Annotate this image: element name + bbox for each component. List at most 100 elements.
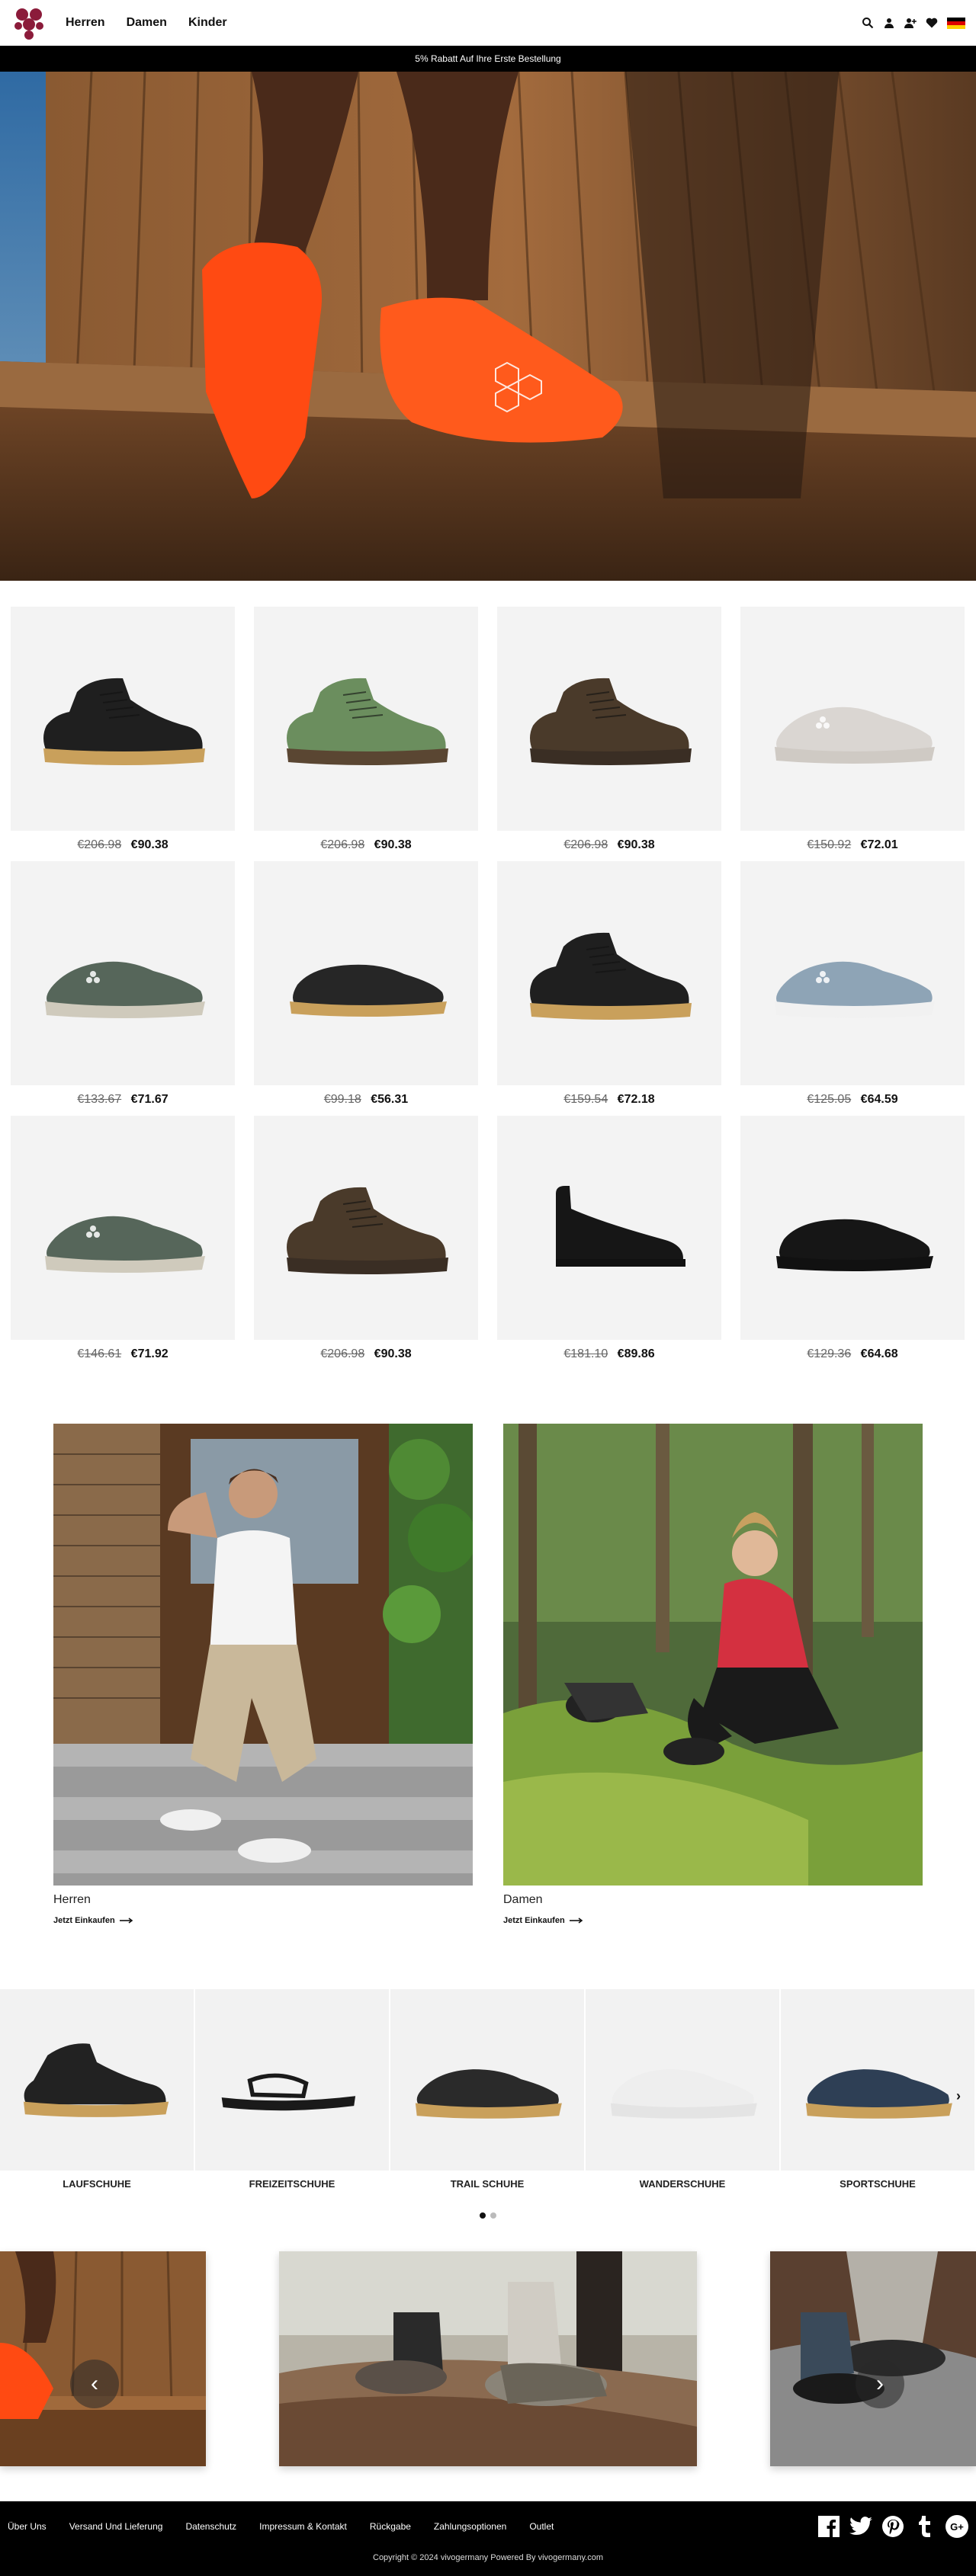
pinterest-icon[interactable] [881,2515,904,2538]
category-image[interactable] [0,1989,194,2171]
product-image[interactable] [740,1116,965,1340]
header-icons [862,17,965,29]
account-icon[interactable] [883,17,895,29]
nav-damen[interactable]: Damen [127,16,167,30]
promo-bar: 5% Rabatt Auf Ihre Erste Bestellung [0,46,976,72]
slide-prev[interactable] [0,2251,206,2466]
product-price: €129.36 €64.68 [740,1347,965,1361]
product-card[interactable]: €146.61 €71.92 [11,1116,235,1370]
banner-damen-link[interactable]: Jetzt Einkaufen [503,1916,923,1925]
category-item[interactable]: WANDERSCHUHE [586,1989,779,2195]
category-label: TRAIL SCHUHE [450,2178,525,2190]
product-image[interactable] [497,1116,721,1340]
product-card[interactable]: €129.36 €64.68 [740,1116,965,1370]
category-item[interactable]: SPORTSCHUHE [781,1989,974,2195]
old-price: €146.61 [77,1347,122,1360]
product-card[interactable]: €206.98 €90.38 [254,1116,478,1370]
footer-link-outlet[interactable]: Outlet [529,2521,554,2532]
sale-price: €90.38 [374,1347,412,1360]
product-price: €150.92 €72.01 [740,838,965,852]
promo-text: 5% Rabatt Auf Ihre Erste Bestellung [415,53,561,64]
slide-next[interactable] [770,2251,976,2466]
sale-price: €71.67 [130,1093,169,1106]
banner-herren-image[interactable] [53,1424,473,1886]
product-price: €206.98 €90.38 [254,1347,478,1361]
sale-price: €72.01 [860,838,898,851]
old-price: €206.98 [320,838,365,851]
footer-link-datenschutz[interactable]: Datenschutz [185,2521,236,2532]
product-price: €159.54 €72.18 [497,1093,721,1107]
footer-link-versand[interactable]: Versand Und Lieferung [69,2521,163,2532]
slider-next-button[interactable]: › [856,2360,904,2408]
category-label: LAUFSCHUHE [63,2178,131,2190]
category-label: SPORTSCHUHE [840,2178,916,2190]
banner-damen-link-label: Jetzt Einkaufen [503,1916,565,1925]
category-image[interactable] [195,1989,389,2171]
banner-herren-link[interactable]: Jetzt Einkaufen [53,1916,473,1925]
product-image[interactable] [254,607,478,831]
tumblr-icon[interactable] [913,2515,936,2538]
product-image[interactable] [740,607,965,831]
brand-logo-icon[interactable] [11,5,47,41]
category-item[interactable]: LAUFSCHUHE [0,1989,194,2195]
social-links: G+ [817,2515,968,2538]
facebook-icon[interactable] [817,2515,840,2538]
product-image[interactable] [11,861,235,1085]
category-item[interactable]: TRAIL SCHUHE [390,1989,584,2195]
slide-current[interactable] [279,2251,697,2466]
banner-damen-image[interactable] [503,1424,923,1886]
nav-kinder[interactable]: Kinder [188,16,227,30]
product-image[interactable] [497,607,721,831]
product-card[interactable]: €159.54 €72.18 [497,861,721,1116]
product-image[interactable] [11,1116,235,1340]
category-label: FREIZEITSCHUHE [249,2178,336,2190]
product-card[interactable]: €181.10 €89.86 [497,1116,721,1370]
product-image[interactable] [497,861,721,1085]
banner-herren[interactable]: Herren Jetzt Einkaufen [53,1424,473,1925]
heart-icon[interactable] [926,17,938,29]
old-price: €150.92 [807,838,852,851]
product-card[interactable]: €99.18 €56.31 [254,861,478,1116]
category-image[interactable] [390,1989,584,2171]
sale-price: €72.18 [617,1093,655,1106]
product-card[interactable]: €206.98 €90.38 [497,607,721,861]
footer-link-rueckgabe[interactable]: Rückgabe [370,2521,411,2532]
footer-link-zahlungsoptionen[interactable]: Zahlungsoptionen [434,2521,506,2532]
twitter-icon[interactable] [849,2515,872,2538]
german-flag-icon[interactable] [947,17,965,29]
add-user-icon[interactable] [904,17,917,29]
sale-price: €90.38 [130,838,169,851]
old-price: €129.36 [807,1347,852,1360]
footer-link-ueber-uns[interactable]: Über Uns [8,2521,47,2532]
nav-herren[interactable]: Herren [66,16,105,30]
product-card[interactable]: €206.98 €90.38 [254,607,478,861]
product-card[interactable]: €125.05 €64.59 [740,861,965,1116]
slider-prev-button[interactable]: ‹ [70,2360,119,2408]
product-card[interactable]: €150.92 €72.01 [740,607,965,861]
product-grid: €206.98 €90.38 €206.98 €90.38 €206.98 €9… [11,607,965,1370]
product-card[interactable]: €133.67 €71.67 [11,861,235,1116]
sale-price: €90.38 [374,838,412,851]
category-image[interactable] [586,1989,779,2171]
product-image[interactable] [11,607,235,831]
banner-damen[interactable]: Damen Jetzt Einkaufen [503,1424,923,1925]
product-card[interactable]: €206.98 €90.38 [11,607,235,861]
product-image[interactable] [740,861,965,1085]
category-image[interactable] [781,1989,974,2171]
old-price: €181.10 [563,1347,608,1360]
carousel-dot-1[interactable] [480,2212,486,2219]
product-price: €206.98 €90.38 [497,838,721,852]
hero-image[interactable] [0,72,976,581]
google-plus-icon[interactable]: G+ [946,2515,968,2538]
footer-link-impressum[interactable]: Impressum & Kontakt [259,2521,347,2532]
carousel-dot-2[interactable] [490,2212,496,2219]
search-icon[interactable] [862,17,874,29]
old-price: €206.98 [320,1347,365,1360]
category-item[interactable]: FREIZEITSCHUHE [195,1989,389,2195]
product-price: €206.98 €90.38 [254,838,478,852]
product-image[interactable] [254,1116,478,1340]
svg-text:G+: G+ [950,2521,964,2533]
carousel-next-icon[interactable]: › [956,2088,961,2104]
copyright-text: Copyright © 2024 vivogermany Powered By … [373,2553,603,2562]
product-image[interactable] [254,861,478,1085]
